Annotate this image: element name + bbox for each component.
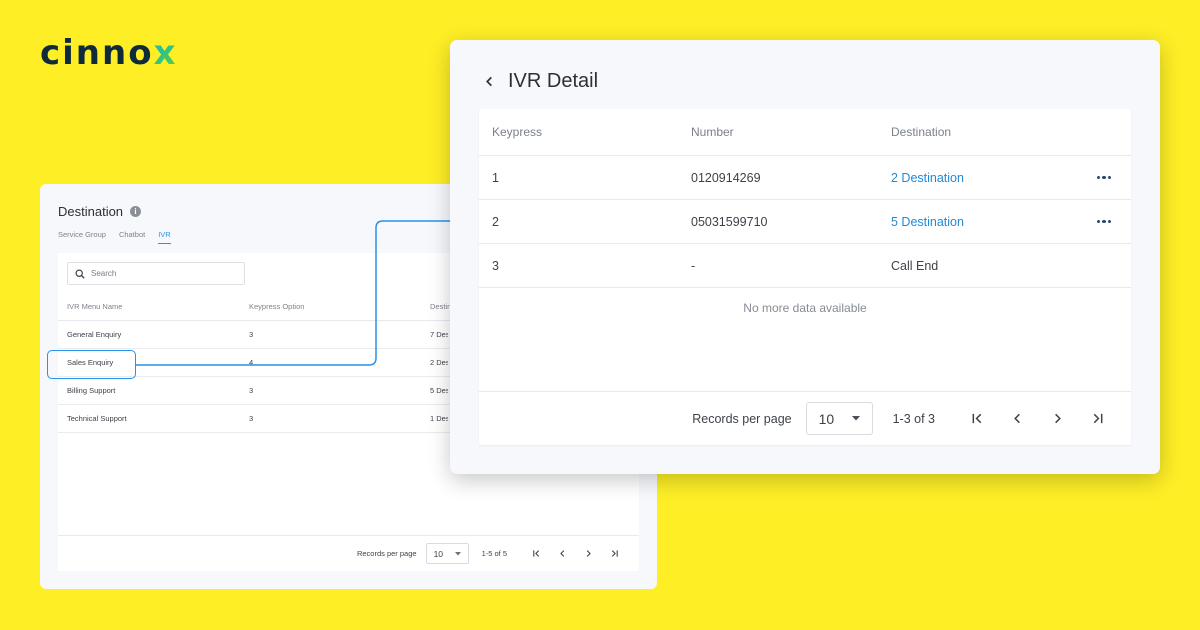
number-value: - xyxy=(691,258,696,273)
search-field[interactable] xyxy=(67,262,245,285)
table-pagination: Records per page 10 1-5 of 5 xyxy=(58,535,639,571)
destination-tabs: Service Group Chatbot IVR xyxy=(58,230,171,244)
column-header-destination: Destination xyxy=(891,125,952,139)
back-button[interactable] xyxy=(482,75,496,89)
destination-title-row: Destination i xyxy=(58,204,142,219)
column-header-number: Number xyxy=(691,125,734,139)
tab-service-group[interactable]: Service Group xyxy=(58,230,106,244)
destination-count: 7 Destination xyxy=(430,330,448,339)
search-input[interactable] xyxy=(91,269,241,278)
next-page-button[interactable] xyxy=(1037,404,1077,434)
first-page-button[interactable] xyxy=(957,404,997,434)
table-row: 3 - Call End xyxy=(479,244,1131,288)
ivr-detail-table: Keypress Number Destination 1 0120914269… xyxy=(479,109,1131,445)
more-options-button[interactable] xyxy=(1095,214,1113,230)
page-range: 1-5 of 5 xyxy=(481,549,507,558)
chevron-right-icon xyxy=(586,550,591,557)
column-header-ivr-menu-name: IVR Menu Name xyxy=(67,302,123,311)
keypress-value: 3 xyxy=(492,258,499,273)
keypress-option: 3 xyxy=(249,414,254,423)
destination-value: Call End xyxy=(891,258,939,273)
tab-ivr[interactable]: IVR xyxy=(158,230,171,244)
keypress-value: 2 xyxy=(492,214,499,229)
logo-x-mark: x xyxy=(153,33,176,73)
caret-down-icon xyxy=(851,416,860,421)
destination-count: 5 Destination xyxy=(430,386,448,395)
previous-page-button[interactable] xyxy=(549,544,575,564)
last-page-icon xyxy=(611,550,618,557)
cinnox-logo: cinno x xyxy=(40,36,176,70)
column-header-keypress-option: Keypress Option xyxy=(249,302,305,311)
records-per-page-select[interactable]: 10 xyxy=(425,543,469,564)
ivr-menu-name: Technical Support xyxy=(67,414,127,423)
ivr-menu-name: General Enquiry xyxy=(67,330,122,339)
records-per-page-label: Records per page xyxy=(356,549,417,558)
destination-count: 2 Destination xyxy=(430,358,448,367)
table-pagination: Records per page 10 1-3 of 3 xyxy=(479,391,1131,445)
ivr-menu-name: Billing Support xyxy=(67,386,116,395)
more-options-button[interactable] xyxy=(1095,170,1113,186)
number-value: 05031599710 xyxy=(691,214,768,229)
tab-chatbot[interactable]: Chatbot xyxy=(119,230,145,244)
chevron-left-icon xyxy=(485,76,492,87)
keypress-option: 4 xyxy=(249,358,254,367)
first-page-icon xyxy=(972,413,981,424)
ivr-detail-panel: IVR Detail Keypress Number Destination 1… xyxy=(450,40,1160,474)
table-row: 1 0120914269 2 Destination xyxy=(479,156,1131,200)
caret-down-icon xyxy=(454,551,461,555)
records-per-page-value: 10 xyxy=(818,410,835,427)
destination-link[interactable]: 5 Destination xyxy=(891,215,964,229)
table-row: 2 05031599710 5 Destination xyxy=(479,200,1131,244)
table-header: Keypress Number Destination xyxy=(479,109,1131,156)
column-header-keypress: Keypress xyxy=(492,125,543,139)
records-per-page-select[interactable]: 10 xyxy=(805,402,873,435)
search-icon xyxy=(75,268,85,279)
chevron-left-icon xyxy=(559,550,564,557)
first-page-button[interactable] xyxy=(523,544,549,564)
number-value: 0120914269 xyxy=(691,170,761,185)
keypress-value: 1 xyxy=(492,170,499,185)
last-page-button[interactable] xyxy=(601,544,627,564)
column-header-destination: Destination xyxy=(430,302,452,311)
empty-state-message: No more data available xyxy=(743,301,867,315)
keypress-option: 3 xyxy=(249,330,254,339)
selected-row-highlight xyxy=(47,350,136,379)
page-title: IVR Detail xyxy=(508,70,599,92)
logo-wordmark: cinno xyxy=(40,33,154,73)
page-range: 1-3 of 3 xyxy=(892,411,935,426)
keypress-option: 3 xyxy=(249,386,254,395)
records-per-page-label: Records per page xyxy=(692,411,792,426)
ivr-detail-header: IVR Detail xyxy=(482,70,598,93)
records-per-page-value: 10 xyxy=(433,548,444,559)
chevron-right-icon xyxy=(1054,413,1061,424)
chevron-left-icon xyxy=(1013,413,1020,424)
info-icon[interactable]: i xyxy=(130,206,142,217)
next-page-button[interactable] xyxy=(575,544,601,564)
last-page-button[interactable] xyxy=(1077,404,1117,434)
destination-title: Destination xyxy=(58,204,124,219)
previous-page-button[interactable] xyxy=(997,404,1037,434)
last-page-icon xyxy=(1093,413,1102,424)
first-page-icon xyxy=(532,550,539,557)
destination-count: 1 Destination xyxy=(430,414,448,423)
destination-link[interactable]: 2 Destination xyxy=(891,171,964,185)
